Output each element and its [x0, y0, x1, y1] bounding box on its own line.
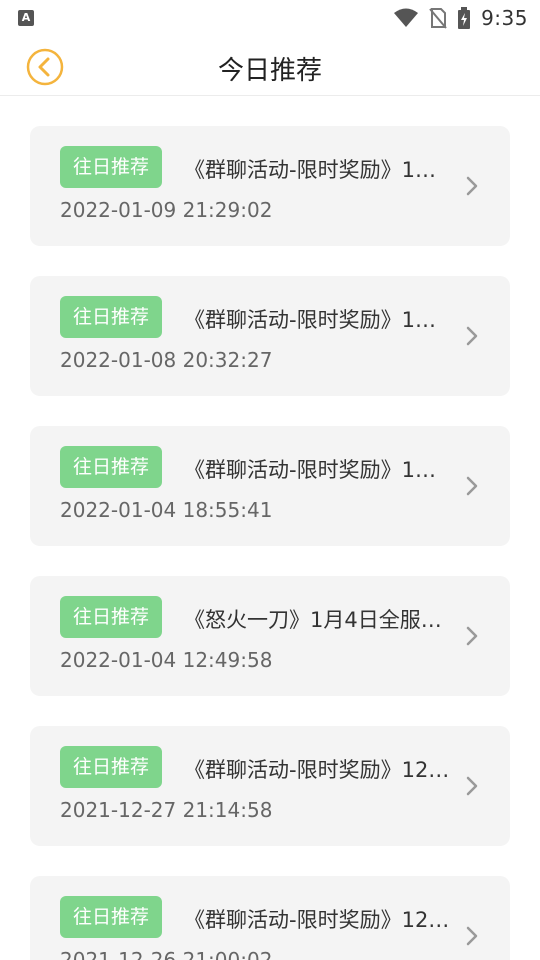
item-timestamp: 2022-01-09 21:29:02 [60, 198, 273, 222]
item-title: 《怒火一刀》1月4日全服… [184, 608, 442, 632]
item-title: 《群聊活动-限时奖励》1月… [184, 308, 454, 332]
list-item[interactable]: 往日推荐 《群聊活动-限时奖励》12… 2021-12-27 21:14:58 [30, 726, 510, 846]
item-timestamp: 2022-01-04 12:49:58 [60, 648, 273, 672]
list-item[interactable]: 往日推荐 《群聊活动-限时奖励》1月… 2022-01-04 18:55:41 [30, 426, 510, 546]
notification-app-icon: A [18, 10, 34, 26]
item-title: 《群聊活动-限时奖励》12… [184, 908, 450, 932]
recommendation-list: 往日推荐 《群聊活动-限时奖励》1月… 2022-01-09 21:29:02 … [0, 96, 540, 960]
list-item[interactable]: 往日推荐 《群聊活动-限时奖励》12… 2021-12-26 21:00:02 [30, 876, 510, 960]
past-recommend-badge: 往日推荐 [60, 596, 162, 638]
item-timestamp: 2022-01-08 20:32:27 [60, 348, 273, 372]
list-item[interactable]: 往日推荐 《怒火一刀》1月4日全服… 2022-01-04 12:49:58 [30, 576, 510, 696]
chevron-right-icon [466, 776, 478, 796]
list-item[interactable]: 往日推荐 《群聊活动-限时奖励》1月… 2022-01-09 21:29:02 [30, 126, 510, 246]
battery-charging-icon [458, 7, 471, 29]
item-timestamp: 2021-12-26 21:00:02 [60, 948, 273, 960]
page-title: 今日推荐 [217, 56, 322, 86]
clock: 9:35 [481, 6, 528, 30]
app-header: 今日推荐 [0, 36, 540, 96]
item-title: 《群聊活动-限时奖励》1月… [184, 158, 454, 182]
no-sim-icon [429, 8, 447, 29]
status-bar: A 9:35 [0, 0, 540, 36]
screen: A 9:35 今日推荐 往日推荐 《群聊活动-限时奖励》1月… 2022-01-… [0, 0, 540, 960]
past-recommend-badge: 往日推荐 [60, 446, 162, 488]
item-title: 《群聊活动-限时奖励》12… [184, 758, 450, 782]
past-recommend-badge: 往日推荐 [60, 146, 162, 188]
chevron-right-icon [466, 326, 478, 346]
wifi-icon [394, 8, 419, 27]
status-icons: 9:35 [393, 6, 528, 30]
chevron-right-icon [466, 476, 478, 496]
chevron-right-icon [466, 176, 478, 196]
chevron-right-icon [466, 926, 478, 946]
item-timestamp: 2021-12-27 21:14:58 [60, 798, 273, 822]
item-title: 《群聊活动-限时奖励》1月… [184, 458, 454, 482]
list-item[interactable]: 往日推荐 《群聊活动-限时奖励》1月… 2022-01-08 20:32:27 [30, 276, 510, 396]
past-recommend-badge: 往日推荐 [60, 296, 162, 338]
item-timestamp: 2022-01-04 18:55:41 [60, 498, 273, 522]
chevron-right-icon [466, 626, 478, 646]
past-recommend-badge: 往日推荐 [60, 746, 162, 788]
past-recommend-badge: 往日推荐 [60, 896, 162, 938]
